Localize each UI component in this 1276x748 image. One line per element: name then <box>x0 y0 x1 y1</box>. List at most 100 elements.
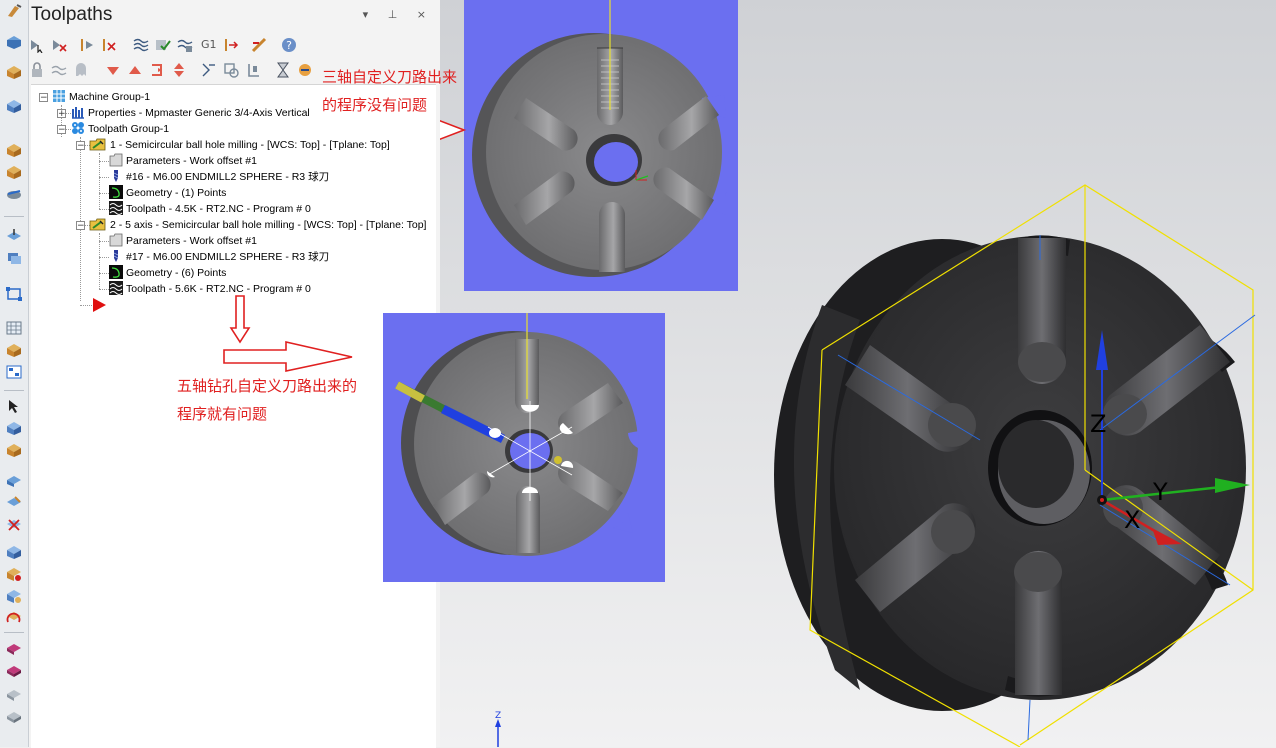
tool-manager-icon[interactable] <box>245 62 261 78</box>
view-gnomon: Z <box>495 711 501 747</box>
svg-text:?: ? <box>286 39 292 52</box>
op1-tool-label: #16 - M6.00 ENDMILL2 SPHERE - R3 球刀 <box>126 171 330 183</box>
wireframe-icon[interactable] <box>5 34 23 50</box>
selection-filter-icon[interactable] <box>201 62 217 78</box>
parameters-folder-icon <box>109 233 123 247</box>
cube-icon[interactable] <box>5 420 23 436</box>
post-g1-icon[interactable]: G1 <box>201 37 217 53</box>
tree-item-op1-parameters[interactable]: Parameters - Work offset #1 <box>109 153 257 169</box>
tree-item-op2-geometry[interactable]: Geometry - (6) Points <box>109 265 226 281</box>
collapse-operation-2[interactable]: − <box>76 221 85 231</box>
toolpath-wave-icon <box>109 201 123 215</box>
tree-item-op1-toolpath[interactable]: Toolpath - 4.5K - RT2.NC - Program # 0 <box>109 201 311 217</box>
backplot-icon[interactable] <box>133 37 149 53</box>
display-options-icon[interactable] <box>297 62 313 78</box>
regenerate-dirty-icon[interactable] <box>101 37 117 53</box>
verify-icon[interactable] <box>155 37 171 53</box>
cube-icon[interactable] <box>5 544 23 560</box>
cube-icon[interactable] <box>5 164 23 180</box>
slot-bottom <box>1014 550 1062 695</box>
high-feed-icon[interactable] <box>251 37 267 53</box>
cube-icon[interactable] <box>5 516 23 532</box>
solid-icon[interactable] <box>5 64 23 80</box>
machine-icon[interactable] <box>5 98 23 114</box>
tree-item-machine-group[interactable]: Machine Group-1 <box>52 89 150 105</box>
cube-icon[interactable] <box>5 640 23 656</box>
select-group-icon[interactable] <box>223 62 239 78</box>
post-selected-icon[interactable] <box>223 37 239 53</box>
op2-toolpath-label: Toolpath - 5.6K - RT2.NC - Program # 0 <box>126 283 311 295</box>
expand-collapse-icon[interactable] <box>171 62 187 78</box>
properties-label: Properties - Mpmaster Generic 3/4-Axis V… <box>88 107 310 119</box>
op2-parameters-label: Parameters - Work offset #1 <box>126 235 257 247</box>
main-part-model[interactable] <box>774 235 1246 711</box>
slot-top <box>1018 238 1066 384</box>
geometry-points-icon <box>109 185 123 199</box>
toolpath-group-label: Toolpath Group-1 <box>88 123 170 135</box>
select-invalid-operations-icon[interactable] <box>51 37 67 53</box>
collapse-toolpath-group[interactable]: − <box>57 125 66 135</box>
cube-icon[interactable] <box>5 566 23 582</box>
toolpath-group-icon <box>71 121 85 135</box>
annotation-3axis-line-1: 三轴自定义刀路出来 <box>322 68 458 86</box>
op1-parameters-label: Parameters - Work offset #1 <box>126 155 257 167</box>
grid-icon[interactable] <box>5 320 23 336</box>
cube-icon[interactable] <box>5 588 23 604</box>
collapse-machine-group[interactable]: − <box>39 93 48 103</box>
parameters-folder-icon <box>109 153 123 167</box>
tree-item-properties[interactable]: Properties - Mpmaster Generic 3/4-Axis V… <box>71 105 310 121</box>
tree-item-op1-tool[interactable]: #16 - M6.00 ENDMILL2 SPHERE - R3 球刀 <box>109 169 329 185</box>
lock-icon[interactable] <box>29 62 45 78</box>
op2-tool-label: #17 - M6.00 ENDMILL2 SPHERE - R3 球刀 <box>126 251 330 263</box>
simulate-icon[interactable] <box>177 37 193 53</box>
endmill-tool-icon <box>109 169 123 183</box>
graphics-viewport[interactable]: Z Y X Z 三轴自定义刀路出来 的程序没有问题 <box>322 0 1276 747</box>
tree-item-op1-geometry[interactable]: Geometry - (1) Points <box>109 185 226 201</box>
tree-item-op2-parameters[interactable]: Parameters - Work offset #1 <box>109 233 257 249</box>
regenerate-selected-icon[interactable] <box>79 37 95 53</box>
grid-icon[interactable] <box>5 364 23 380</box>
cube-icon[interactable] <box>5 442 23 458</box>
operation-folder-icon <box>89 137 107 151</box>
cube-icon[interactable] <box>5 708 23 724</box>
ghost-icon[interactable] <box>73 62 89 78</box>
hourglass-icon[interactable] <box>275 62 291 78</box>
move-insert-icon[interactable] <box>149 62 165 78</box>
toolpath-tool-icon[interactable] <box>5 3 23 19</box>
expand-properties[interactable]: + <box>57 109 66 119</box>
layer-icon[interactable] <box>5 250 23 266</box>
panel-window-controls[interactable]: ▾ ⊥ × <box>363 8 434 21</box>
cube-icon[interactable] <box>5 494 23 510</box>
tree-item-operation-2[interactable]: 2 - 5 axis - Semicircular ball hole mill… <box>89 217 426 233</box>
tree-item-toolpath-group[interactable]: Toolpath Group-1 <box>71 121 169 137</box>
chamfer-icon[interactable] <box>5 186 23 202</box>
cube-icon[interactable] <box>5 610 23 626</box>
tree-item-op2-toolpath[interactable]: Toolpath - 5.6K - RT2.NC - Program # 0 <box>109 281 311 297</box>
op1-geometry-label: Geometry - (1) Points <box>126 187 227 199</box>
move-icon[interactable] <box>5 228 23 244</box>
operation-folder-icon <box>89 217 107 231</box>
select-icon[interactable] <box>5 286 23 302</box>
move-up-icon[interactable] <box>127 62 143 78</box>
properties-icon <box>71 105 85 119</box>
tree-item-operation-1[interactable]: 1 - Semicircular ball hole milling - [WC… <box>89 137 390 153</box>
collapse-operation-1[interactable]: − <box>76 141 85 151</box>
tree-item-op2-tool[interactable]: #17 - M6.00 ENDMILL2 SPHERE - R3 球刀 <box>109 249 329 265</box>
shade-icon[interactable] <box>5 142 23 158</box>
panel-title: Toolpaths <box>31 4 113 25</box>
help-icon[interactable]: ? <box>281 37 297 53</box>
toggle-display-icon[interactable] <box>51 62 67 78</box>
annotation-5axis-line-2: 程序就有问题 <box>177 405 268 423</box>
toolpath-wave-icon <box>109 281 123 295</box>
machine-group-icon <box>52 89 66 103</box>
cube-icon[interactable] <box>5 686 23 702</box>
move-down-icon[interactable] <box>105 62 121 78</box>
operation-2-title: 2 - 5 axis - Semicircular ball hole mill… <box>110 219 427 231</box>
select-icon[interactable] <box>5 398 23 414</box>
select-all-operations-icon[interactable] <box>29 37 45 53</box>
geometry-points-icon <box>109 265 123 279</box>
cube-icon[interactable] <box>5 472 23 488</box>
cube-icon[interactable] <box>5 662 23 678</box>
insert-arrow-icon[interactable] <box>91 297 107 317</box>
cube-icon[interactable] <box>5 342 23 358</box>
